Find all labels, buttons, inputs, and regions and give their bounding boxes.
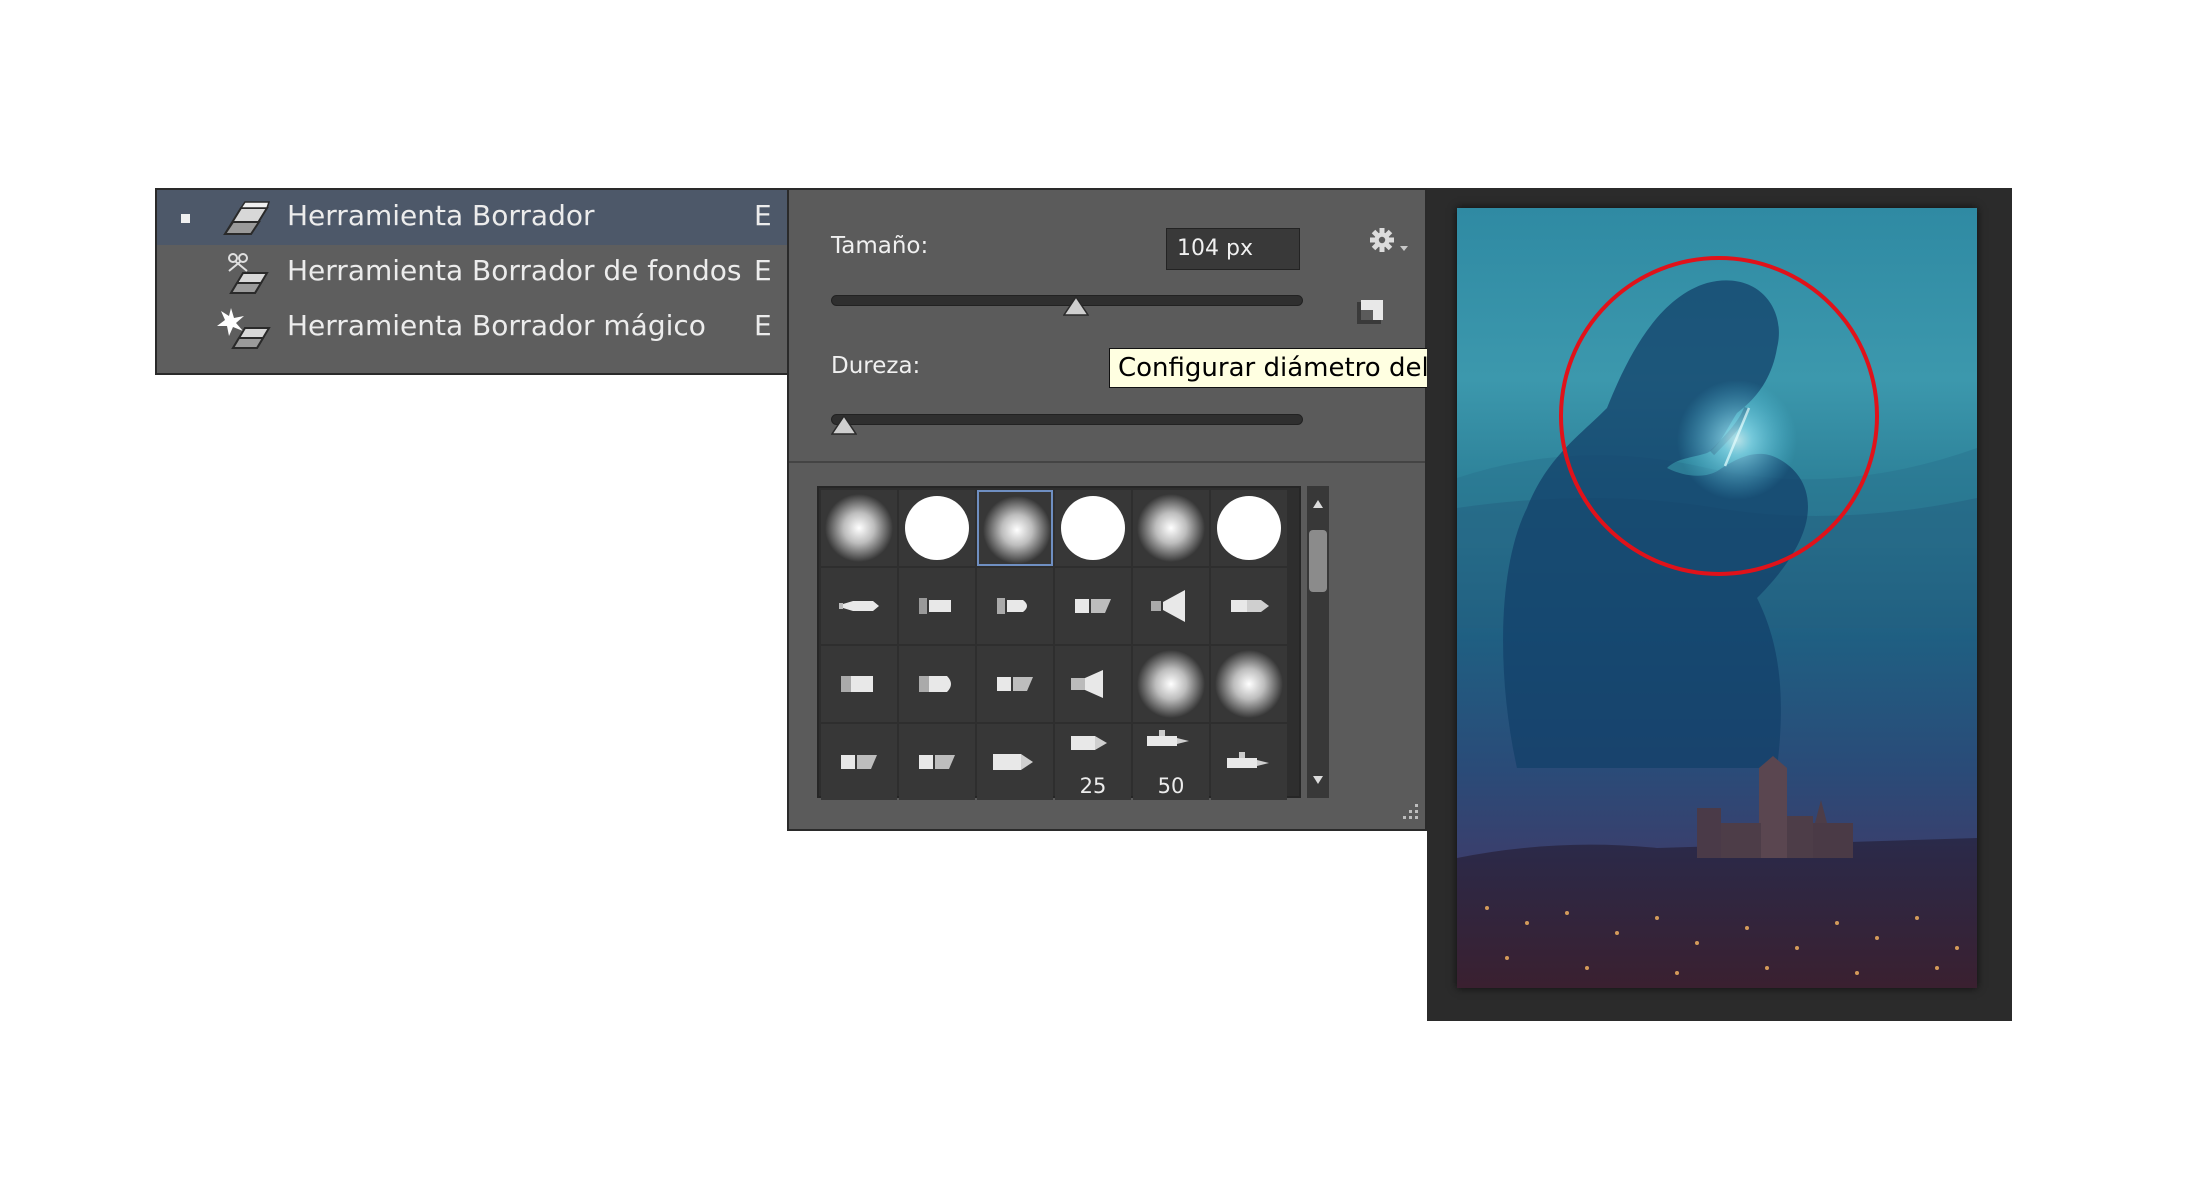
- brush-preset[interactable]: [821, 568, 897, 644]
- brush-preset[interactable]: [977, 490, 1053, 566]
- brush-tip-icon: [1075, 599, 1111, 613]
- brush-preset[interactable]: [899, 490, 975, 566]
- brush-preset[interactable]: [977, 646, 1053, 722]
- panel-divider: [789, 461, 1425, 463]
- brush-preset[interactable]: [1055, 646, 1131, 722]
- preset-scrollbar[interactable]: [1307, 486, 1329, 798]
- tool-shortcut: E: [754, 309, 772, 342]
- resize-grip-icon[interactable]: [1397, 798, 1421, 822]
- scroll-up-icon[interactable]: [1311, 498, 1325, 510]
- brush-tip-icon: [997, 598, 1027, 614]
- size-slider-thumb[interactable]: [1063, 296, 1090, 316]
- brush-tip-icon: [1217, 496, 1281, 560]
- brush-tip-icon: [905, 496, 969, 560]
- brush-size-label: 25: [1079, 774, 1107, 798]
- tool-item-magic-eraser[interactable]: Herramienta Borrador mágico E: [157, 300, 787, 355]
- background-eraser-icon: [228, 253, 269, 294]
- brush-preset[interactable]: [899, 646, 975, 722]
- photo-image: [1457, 208, 1977, 988]
- brush-preset[interactable]: [977, 568, 1053, 644]
- gear-icon[interactable]: [1364, 220, 1410, 260]
- hardness-label: Dureza:: [831, 353, 921, 379]
- tool-item-eraser[interactable]: Herramienta Borrador E: [157, 190, 787, 245]
- brush-tip-icon: [1137, 650, 1205, 718]
- brush-size-label: 50: [1157, 774, 1185, 798]
- brush-tip-icon: [1227, 752, 1269, 768]
- size-label: Tamaño:: [831, 233, 929, 259]
- scroll-thumb[interactable]: [1309, 530, 1327, 592]
- brush-preset-picker: Tamaño: 104 px Dureza: Configurar diámet…: [787, 188, 1431, 831]
- hardness-slider-thumb[interactable]: [831, 415, 857, 435]
- brush-tip-icon: [993, 754, 1033, 770]
- selected-indicator: [181, 214, 190, 223]
- magic-eraser-icon: [217, 308, 271, 349]
- brush-tip-icon: [839, 601, 879, 611]
- brush-preset[interactable]: 50: [1133, 724, 1209, 800]
- scroll-down-icon[interactable]: [1311, 774, 1325, 786]
- brush-preset-grid: 25 50: [817, 486, 1301, 800]
- brush-tip-icon: [1137, 494, 1205, 562]
- brush-preset[interactable]: [1211, 490, 1287, 566]
- tool-shortcut: E: [754, 254, 772, 287]
- brush-tip-icon: [841, 755, 877, 769]
- brush-preset[interactable]: [1211, 724, 1287, 800]
- brush-preset[interactable]: [1211, 568, 1287, 644]
- brush-tip-icon: [1071, 670, 1103, 698]
- brush-tip-icon: [1215, 650, 1283, 718]
- brush-tip-icon: [1231, 600, 1269, 612]
- brush-tip-icon: [919, 755, 955, 769]
- tool-label: Herramienta Borrador mágico: [287, 309, 706, 342]
- reset-brush-icon[interactable]: [1353, 296, 1387, 330]
- brush-preset[interactable]: [1133, 490, 1209, 566]
- brush-preset[interactable]: [977, 724, 1053, 800]
- tool-item-background-eraser[interactable]: Herramienta Borrador de fondos E: [157, 245, 787, 300]
- brush-preset[interactable]: [1211, 646, 1287, 722]
- brush-tip-icon: [1061, 496, 1125, 560]
- size-input[interactable]: 104 px: [1166, 228, 1300, 270]
- brush-preset[interactable]: [1133, 646, 1209, 722]
- brush-tip-icon: [919, 676, 951, 692]
- brush-preset[interactable]: 25: [1055, 724, 1131, 800]
- brush-tip-icon: [983, 496, 1051, 564]
- photo: [1457, 208, 1977, 988]
- brush-tip-icon: [1151, 590, 1185, 622]
- eraser-tool-flyout: Herramienta Borrador E Herramienta Borra…: [155, 188, 787, 375]
- brush-preset[interactable]: [821, 490, 897, 566]
- tooltip: Configurar diámetro del: [1109, 348, 1431, 388]
- tool-shortcut: E: [754, 199, 772, 232]
- brush-preset[interactable]: [821, 724, 897, 800]
- hardness-slider-track[interactable]: [831, 414, 1303, 425]
- document-canvas[interactable]: [1427, 188, 2012, 1021]
- brush-preset[interactable]: [1133, 568, 1209, 644]
- brush-preset[interactable]: [821, 646, 897, 722]
- brush-preset[interactable]: [1055, 568, 1131, 644]
- brush-tip-icon: [841, 676, 873, 692]
- tool-label: Herramienta Borrador: [287, 199, 595, 232]
- brush-tip-icon: [997, 677, 1033, 691]
- brush-preset[interactable]: [899, 724, 975, 800]
- brush-tip-icon: [825, 494, 893, 562]
- eraser-icon: [223, 201, 271, 235]
- brush-preset[interactable]: [1055, 490, 1131, 566]
- brush-preset[interactable]: [899, 568, 975, 644]
- tool-label: Herramienta Borrador de fondos: [287, 254, 742, 287]
- brush-tip-icon: [919, 598, 951, 614]
